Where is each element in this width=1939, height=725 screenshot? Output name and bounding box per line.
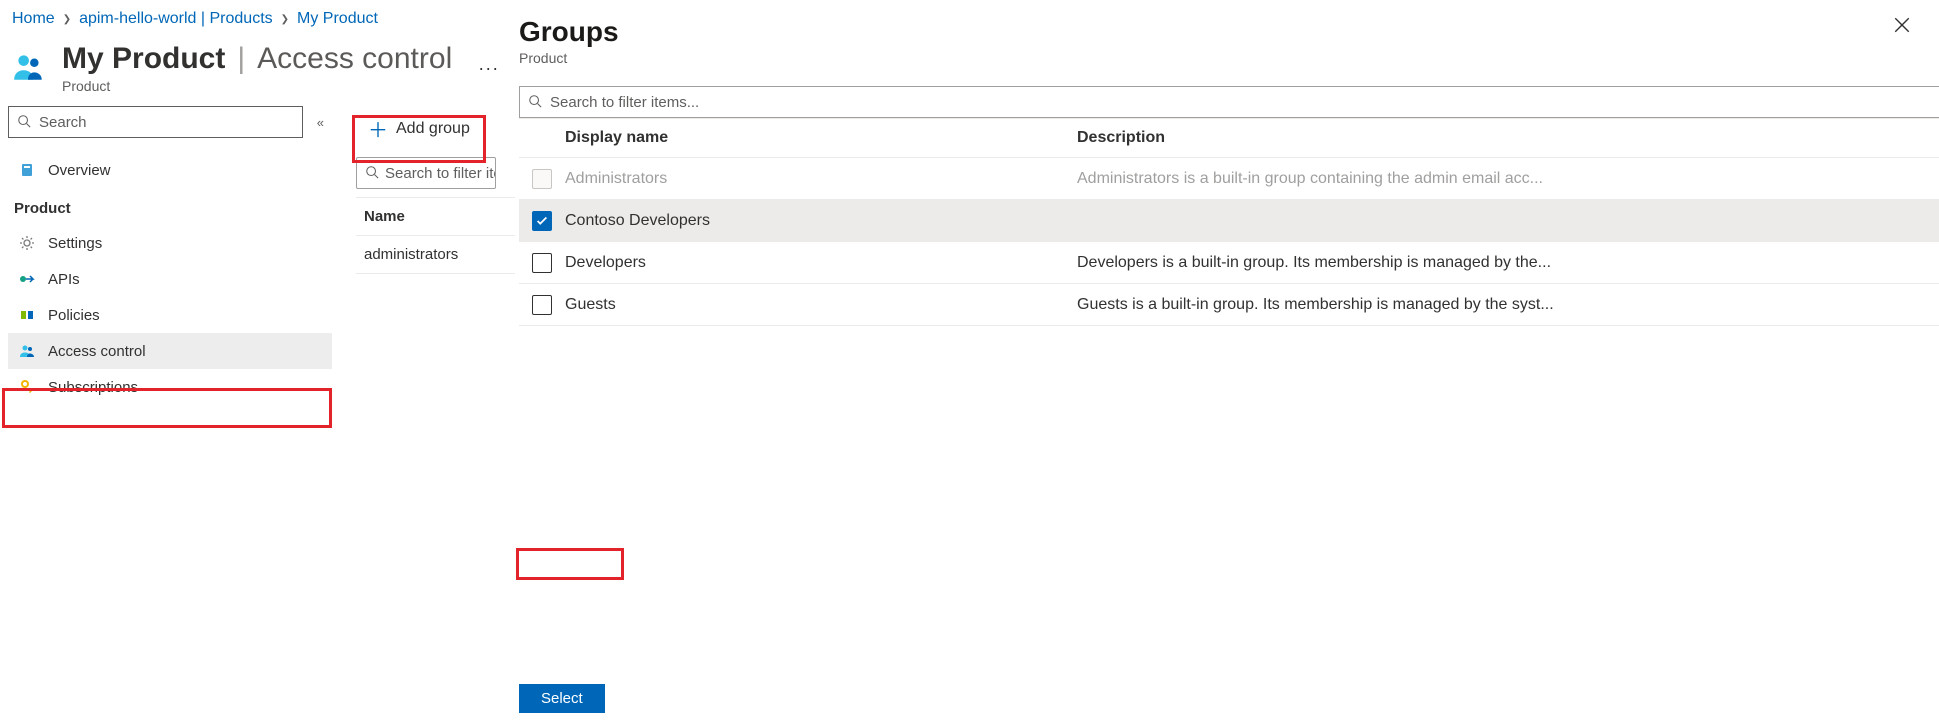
sidebar-item-overview[interactable]: Overview (8, 152, 332, 188)
chevron-right-icon: ❯ (281, 14, 289, 25)
sidebar-search[interactable] (8, 106, 303, 138)
sidebar-heading-product: Product (8, 188, 332, 225)
breadcrumb-link-product[interactable]: My Product (297, 10, 378, 28)
select-button[interactable]: Select (519, 684, 605, 713)
api-icon (18, 270, 36, 288)
policies-icon (18, 306, 36, 324)
content-filter-input[interactable] (385, 165, 496, 182)
checkbox[interactable] (532, 253, 552, 273)
page-title: My Product (62, 42, 225, 76)
breadcrumb-link-home[interactable]: Home (12, 10, 55, 28)
breadcrumb-link-products[interactable]: apim-hello-world | Products (79, 10, 273, 28)
sidebar-item-label: Policies (48, 307, 100, 324)
search-icon (365, 165, 379, 182)
panel-title: Groups (519, 16, 619, 48)
sidebar: « Overview Product Settings APIs (0, 106, 332, 405)
panel-groups-table: Display name Description Administrators … (519, 118, 1939, 326)
panel-subtitle: Product (519, 50, 619, 66)
column-header-displayname[interactable]: Display name (565, 119, 1077, 157)
people-icon (18, 342, 36, 360)
add-group-label: Add group (396, 120, 470, 138)
sidebar-item-apis[interactable]: APIs (8, 261, 332, 297)
collapse-sidebar-button[interactable]: « (317, 115, 324, 130)
panel-row-administrators: Administrators Administrators is a built… (519, 158, 1939, 200)
page-subtitle: Product (62, 78, 452, 94)
checkbox (532, 169, 552, 189)
close-panel-button[interactable] (1893, 16, 1913, 36)
row-name: Developers (565, 244, 1077, 282)
title-separator: | (237, 42, 245, 76)
panel-row-contoso[interactable]: Contoso Developers (519, 200, 1939, 242)
checkbox[interactable] (532, 295, 552, 315)
row-name: Administrators (565, 160, 1077, 198)
panel-row-guests[interactable]: Guests Guests is a built-in group. Its m… (519, 284, 1939, 326)
row-desc (1077, 211, 1939, 231)
people-icon (12, 50, 46, 87)
row-desc: Administrators is a built-in group conta… (1077, 160, 1939, 198)
content-filter[interactable] (356, 157, 496, 189)
groups-panel: Groups Product Display name Description … (515, 0, 1939, 725)
page-title-suffix: Access control (257, 42, 452, 76)
panel-search-input[interactable] (550, 94, 1931, 111)
sidebar-item-label: Settings (48, 235, 102, 252)
sidebar-item-label: Overview (48, 162, 111, 179)
plus-icon: ＋ (368, 114, 388, 143)
panel-search[interactable] (519, 86, 1939, 118)
gear-icon (18, 234, 36, 252)
column-header-description[interactable]: Description (1077, 119, 1939, 157)
sidebar-item-label: Access control (48, 343, 146, 360)
panel-row-developers[interactable]: Developers Developers is a built-in grou… (519, 242, 1939, 284)
sidebar-item-policies[interactable]: Policies (8, 297, 332, 333)
sidebar-item-label: APIs (48, 271, 80, 288)
row-name: Guests (565, 286, 1077, 324)
sidebar-item-settings[interactable]: Settings (8, 225, 332, 261)
more-actions-button[interactable]: ··· (478, 58, 499, 79)
sidebar-item-access-control[interactable]: Access control (8, 333, 332, 369)
sidebar-item-label: Subscriptions (48, 379, 138, 396)
row-name: Contoso Developers (565, 202, 1077, 240)
page-title-block: My Product | Access control Product (62, 42, 452, 94)
row-desc: Guests is a built-in group. Its membersh… (1077, 286, 1939, 324)
key-icon (18, 378, 36, 396)
chevron-right-icon: ❯ (63, 14, 71, 25)
checkbox-checked[interactable] (532, 211, 552, 231)
row-desc: Developers is a built-in group. Its memb… (1077, 244, 1939, 282)
sidebar-item-subscriptions[interactable]: Subscriptions (8, 369, 332, 405)
search-icon (528, 94, 542, 111)
search-icon (17, 114, 31, 131)
overview-icon (18, 161, 36, 179)
sidebar-search-input[interactable] (39, 114, 294, 131)
